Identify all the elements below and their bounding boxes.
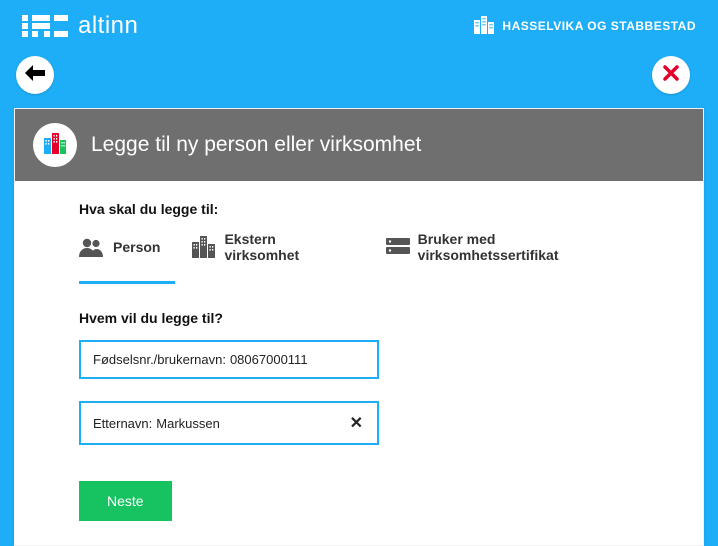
etternavn-label: Etternavn: [93, 416, 152, 431]
neste-button[interactable]: Neste [79, 481, 172, 521]
org-switcher[interactable]: HASSELVIKA OG STABBESTAD [474, 16, 696, 37]
entity-type-tabs: Person Ekstern virksomhet Bruker med vir… [79, 231, 639, 271]
tab-ekstern-label: Ekstern virksomhet [224, 231, 353, 263]
x-icon: ✕ [350, 415, 363, 432]
org-name: HASSELVIKA OG STABBESTAD [502, 19, 696, 33]
who-label: Hvem vil du legge til? [79, 310, 639, 326]
tab-bruker-label: Bruker med virksomhetssertifikat [418, 231, 639, 263]
tab-ekstern-virksomhet[interactable]: Ekstern virksomhet [192, 231, 353, 271]
main-panel: Legge til ny person eller virksomhet Hva… [14, 108, 704, 546]
tab-bruker-sertifikat[interactable]: Bruker med virksomhetssertifikat [386, 231, 639, 271]
server-icon [386, 238, 410, 256]
brand[interactable]: altinn [22, 12, 138, 40]
buildings-grey-icon [192, 236, 216, 258]
tab-person[interactable]: Person [79, 231, 160, 271]
panel-header: Legge til ny person eller virksomhet [15, 109, 703, 181]
brand-logo-icon [22, 15, 68, 37]
brand-name: altinn [78, 12, 138, 40]
clear-etternavn-button[interactable]: ✕ [348, 413, 365, 433]
close-button[interactable] [652, 56, 690, 94]
etternavn-input[interactable] [156, 416, 347, 431]
tab-active-underline [79, 281, 175, 284]
action-row [0, 48, 718, 108]
what-label: Hva skal du legge til: [79, 201, 639, 217]
panel-body: Hva skal du legge til: Person Ekstern vi… [15, 181, 703, 545]
buildings-icon [474, 16, 494, 37]
arrow-left-icon [25, 65, 45, 86]
buildings-color-icon [42, 130, 68, 161]
fodselsnr-input[interactable] [230, 352, 406, 367]
tab-person-label: Person [113, 239, 160, 255]
header-icon-circle [33, 123, 77, 167]
back-button[interactable] [16, 56, 54, 94]
fodselsnr-field-wrap[interactable]: Fødselsnr./brukernavn: [79, 340, 379, 379]
topbar: altinn [0, 0, 718, 48]
panel-title: Legge til ny person eller virksomhet [91, 133, 421, 157]
people-icon [79, 237, 105, 257]
etternavn-field-wrap[interactable]: Etternavn: ✕ [79, 401, 379, 445]
fodselsnr-label: Fødselsnr./brukernavn: [93, 352, 226, 367]
close-icon [663, 65, 679, 86]
